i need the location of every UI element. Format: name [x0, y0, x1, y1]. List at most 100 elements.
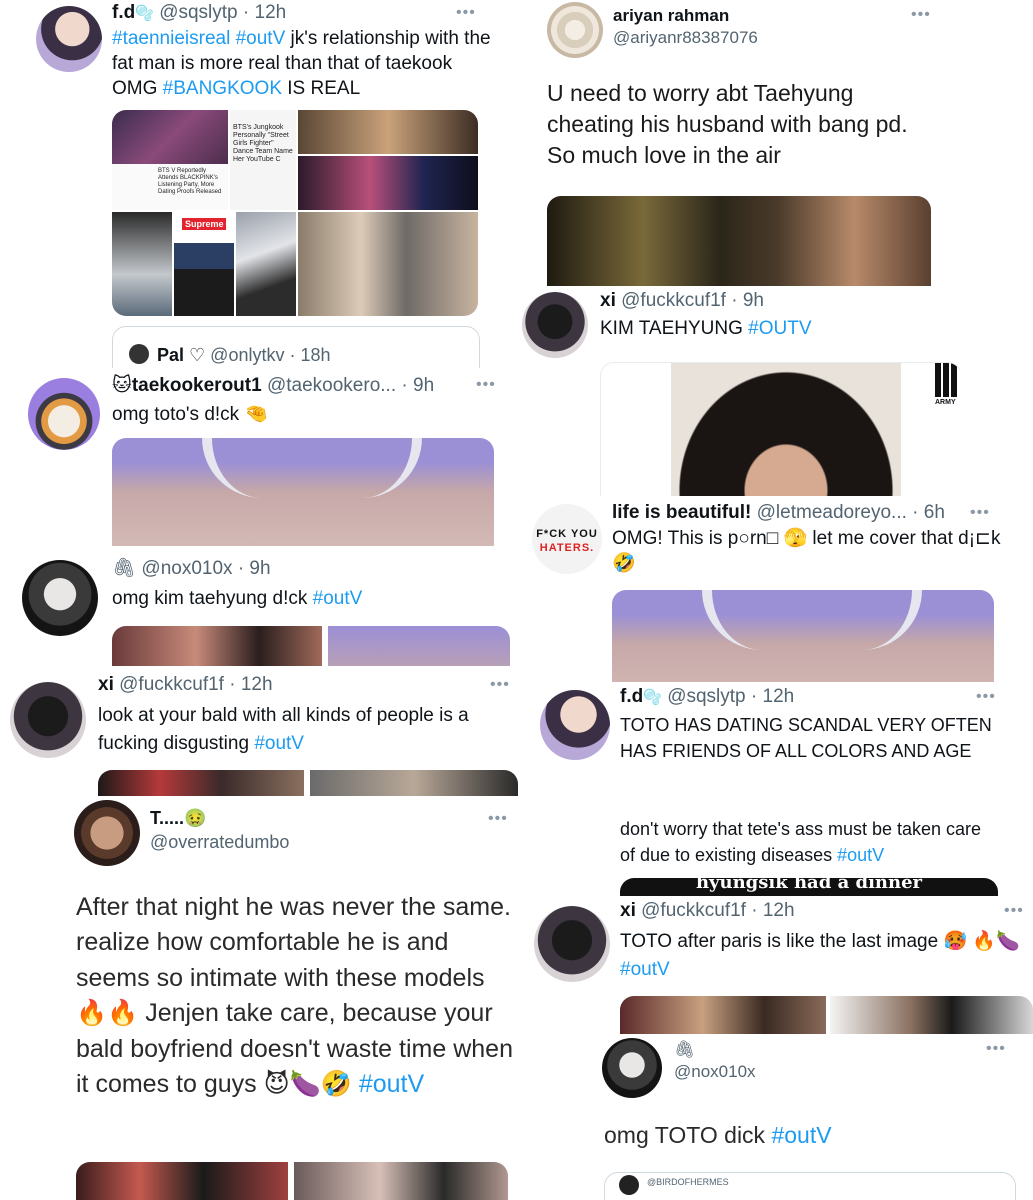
more-options-icon[interactable]: ••• [986, 1040, 1006, 1058]
tweet-text: KIM TAEHYUNG #OUTV [600, 318, 812, 339]
timestamp[interactable]: · 12h [229, 674, 272, 695]
username[interactable]: @onlytkv · 18h [210, 345, 330, 365]
tweet-media[interactable] [612, 590, 994, 686]
timestamp[interactable]: · 9h [731, 290, 764, 311]
tweet-media[interactable]: hyungsik had a dinner [620, 878, 998, 898]
paperclip-icon: 🖇 [112, 558, 137, 579]
avatar[interactable] [522, 292, 588, 358]
tweet-media[interactable] [112, 626, 510, 668]
more-options-icon[interactable]: ••• [488, 810, 508, 828]
display-name[interactable]: f.d [112, 2, 135, 23]
hashtag[interactable]: #outV [771, 1122, 831, 1148]
username[interactable]: @fuckkcuf1f [119, 674, 224, 695]
timestamp[interactable]: · 12h [243, 2, 286, 23]
tweet-media[interactable]: ARMY [600, 362, 960, 500]
hashtag[interactable]: #OUTV [748, 318, 811, 339]
media-photo [294, 1162, 508, 1200]
tweet-card-nox-2[interactable]: 🖇 @nox010x ••• omg TOTO dick #outV @BIRD… [594, 1034, 1033, 1200]
username[interactable]: @ariyanr88387076 [613, 28, 758, 47]
media-photo [76, 1162, 288, 1200]
more-options-icon[interactable]: ••• [976, 688, 996, 706]
avatar[interactable] [619, 1175, 639, 1195]
tweet-card-nox-1[interactable]: 🖇 @nox010x · 9h omg kim taehyung d!ck #o… [0, 546, 520, 668]
username[interactable]: @nox010x [141, 558, 232, 579]
username[interactable]: @taekookero... [267, 375, 396, 396]
media-photo [298, 110, 478, 154]
more-options-icon[interactable]: ••• [1004, 902, 1024, 920]
bubbles-emoji: 🫧 [643, 689, 662, 706]
timestamp[interactable]: · 12h [751, 900, 794, 921]
avatar[interactable] [74, 800, 140, 866]
avatar[interactable] [129, 344, 149, 364]
quoted-tweet[interactable]: Pal ♡ @onlytkv · 18h [112, 326, 480, 372]
tweet-card-xi-2[interactable]: xi @fuckkcuf1f · 12h ••• look at your ba… [0, 666, 520, 798]
hashtag[interactable]: #outV [313, 588, 363, 609]
username[interactable]: @BIRDOFHERMES [647, 1177, 729, 1187]
media-collage: BTS's Jungkook Personally "Street Girls … [230, 110, 296, 210]
display-name[interactable]: f.d [620, 686, 643, 707]
timestamp[interactable]: · 9h [401, 375, 434, 396]
more-options-icon[interactable]: ••• [490, 676, 510, 694]
username[interactable]: @overratedumbo [150, 832, 289, 852]
tweet-card-fd-1[interactable]: f.d🫧 @sqslytp · 12h ••• #taennieisreal #… [24, 0, 500, 372]
hashtag[interactable]: #outV [359, 1070, 424, 1098]
display-name[interactable]: xi [98, 674, 114, 695]
username[interactable]: @sqslytp [159, 2, 237, 23]
display-name[interactable]: taekookerout1 [132, 375, 262, 396]
more-options-icon[interactable]: ••• [456, 4, 476, 22]
avatar[interactable] [22, 560, 98, 636]
more-options-icon[interactable]: ••• [970, 504, 990, 522]
tweet-media[interactable] [98, 770, 518, 798]
timestamp[interactable]: · 12h [751, 686, 794, 707]
hashtag[interactable]: #outV [254, 733, 304, 754]
display-name[interactable]: xi [600, 290, 616, 311]
display-name[interactable]: xi [620, 900, 636, 921]
display-name[interactable]: life is beautiful! [612, 502, 751, 523]
avatar[interactable] [10, 682, 86, 758]
username[interactable]: @fuckkcuf1f [621, 290, 726, 311]
tweet-media-grid[interactable]: BTS's Jungkook Personally "Street Girls … [112, 110, 478, 316]
tweet-card-fd-2[interactable]: f.d🫧 @sqslytp · 12h ••• TOTO HAS DATING … [532, 682, 1012, 898]
avatar-text: HATERS. [539, 542, 595, 554]
hashtag[interactable]: #taennieisreal [112, 28, 230, 49]
avatar[interactable]: F*CK YOU HATERS. [532, 504, 602, 574]
tweet-media[interactable] [620, 996, 1033, 1036]
media-photo [236, 212, 296, 316]
tweet-text: look at your bald with all kinds of peop… [98, 705, 469, 754]
hashtag[interactable]: #outV [837, 845, 884, 865]
tweet-media[interactable] [547, 196, 931, 286]
avatar[interactable] [28, 378, 100, 450]
avatar[interactable] [547, 2, 603, 58]
tweet-card-ariyan[interactable]: ariyan rahman @ariyanr88387076 ••• U nee… [537, 0, 933, 286]
more-options-icon[interactable]: ••• [476, 376, 496, 394]
tweet-text: omg kim taehyung d!ck #outV [112, 588, 363, 609]
timestamp[interactable]: · 9h [238, 558, 271, 579]
tweet-card-xi-3[interactable]: xi @fuckkcuf1f · 12h ••• TOTO after pari… [526, 896, 1033, 1036]
username[interactable]: @fuckkcuf1f [641, 900, 746, 921]
hashtag[interactable]: #outV [620, 959, 670, 980]
username[interactable]: @sqslytp [667, 686, 745, 707]
tweet-text: #taennieisreal #outV jk's relationship w… [112, 28, 491, 99]
more-options-icon[interactable]: ••• [911, 6, 931, 24]
username[interactable]: @nox010x [674, 1062, 756, 1081]
tweet-card-life-is-beautiful[interactable]: F*CK YOU HATERS. life is beautiful! @let… [520, 496, 1033, 686]
username[interactable]: @letmeadoreyo... [757, 502, 907, 523]
timestamp[interactable]: · 6h [912, 502, 945, 523]
avatar[interactable] [534, 906, 610, 982]
quoted-tweet[interactable]: @BIRDOFHERMES [604, 1172, 1016, 1200]
display-name[interactable]: ariyan rahman [613, 6, 729, 25]
media-caption: hyungsik had a dinner [695, 878, 923, 893]
media-photo [298, 212, 478, 316]
avatar[interactable] [540, 690, 610, 760]
tweet-card-taekookerout[interactable]: 🐱taekookerout1 @taekookero... · 9h ••• o… [0, 368, 510, 548]
tweet-card-xi-1[interactable]: xi @fuckkcuf1f · 9h KIM TAEHYUNG #OUTV A… [514, 286, 960, 500]
tweet-card-overratedumbo[interactable]: T.....🤢 @overratedumbo ••• After that ni… [66, 796, 520, 1200]
avatar[interactable] [36, 6, 102, 72]
display-name[interactable]: T..... [150, 808, 184, 828]
tweet-media[interactable] [112, 438, 494, 548]
hashtag[interactable]: #outV [236, 28, 286, 49]
display-name[interactable]: Pal ♡ [157, 345, 205, 365]
hashtag[interactable]: #BANGKOOK [163, 78, 282, 99]
avatar[interactable] [602, 1038, 662, 1098]
tweet-media[interactable] [76, 1162, 508, 1200]
